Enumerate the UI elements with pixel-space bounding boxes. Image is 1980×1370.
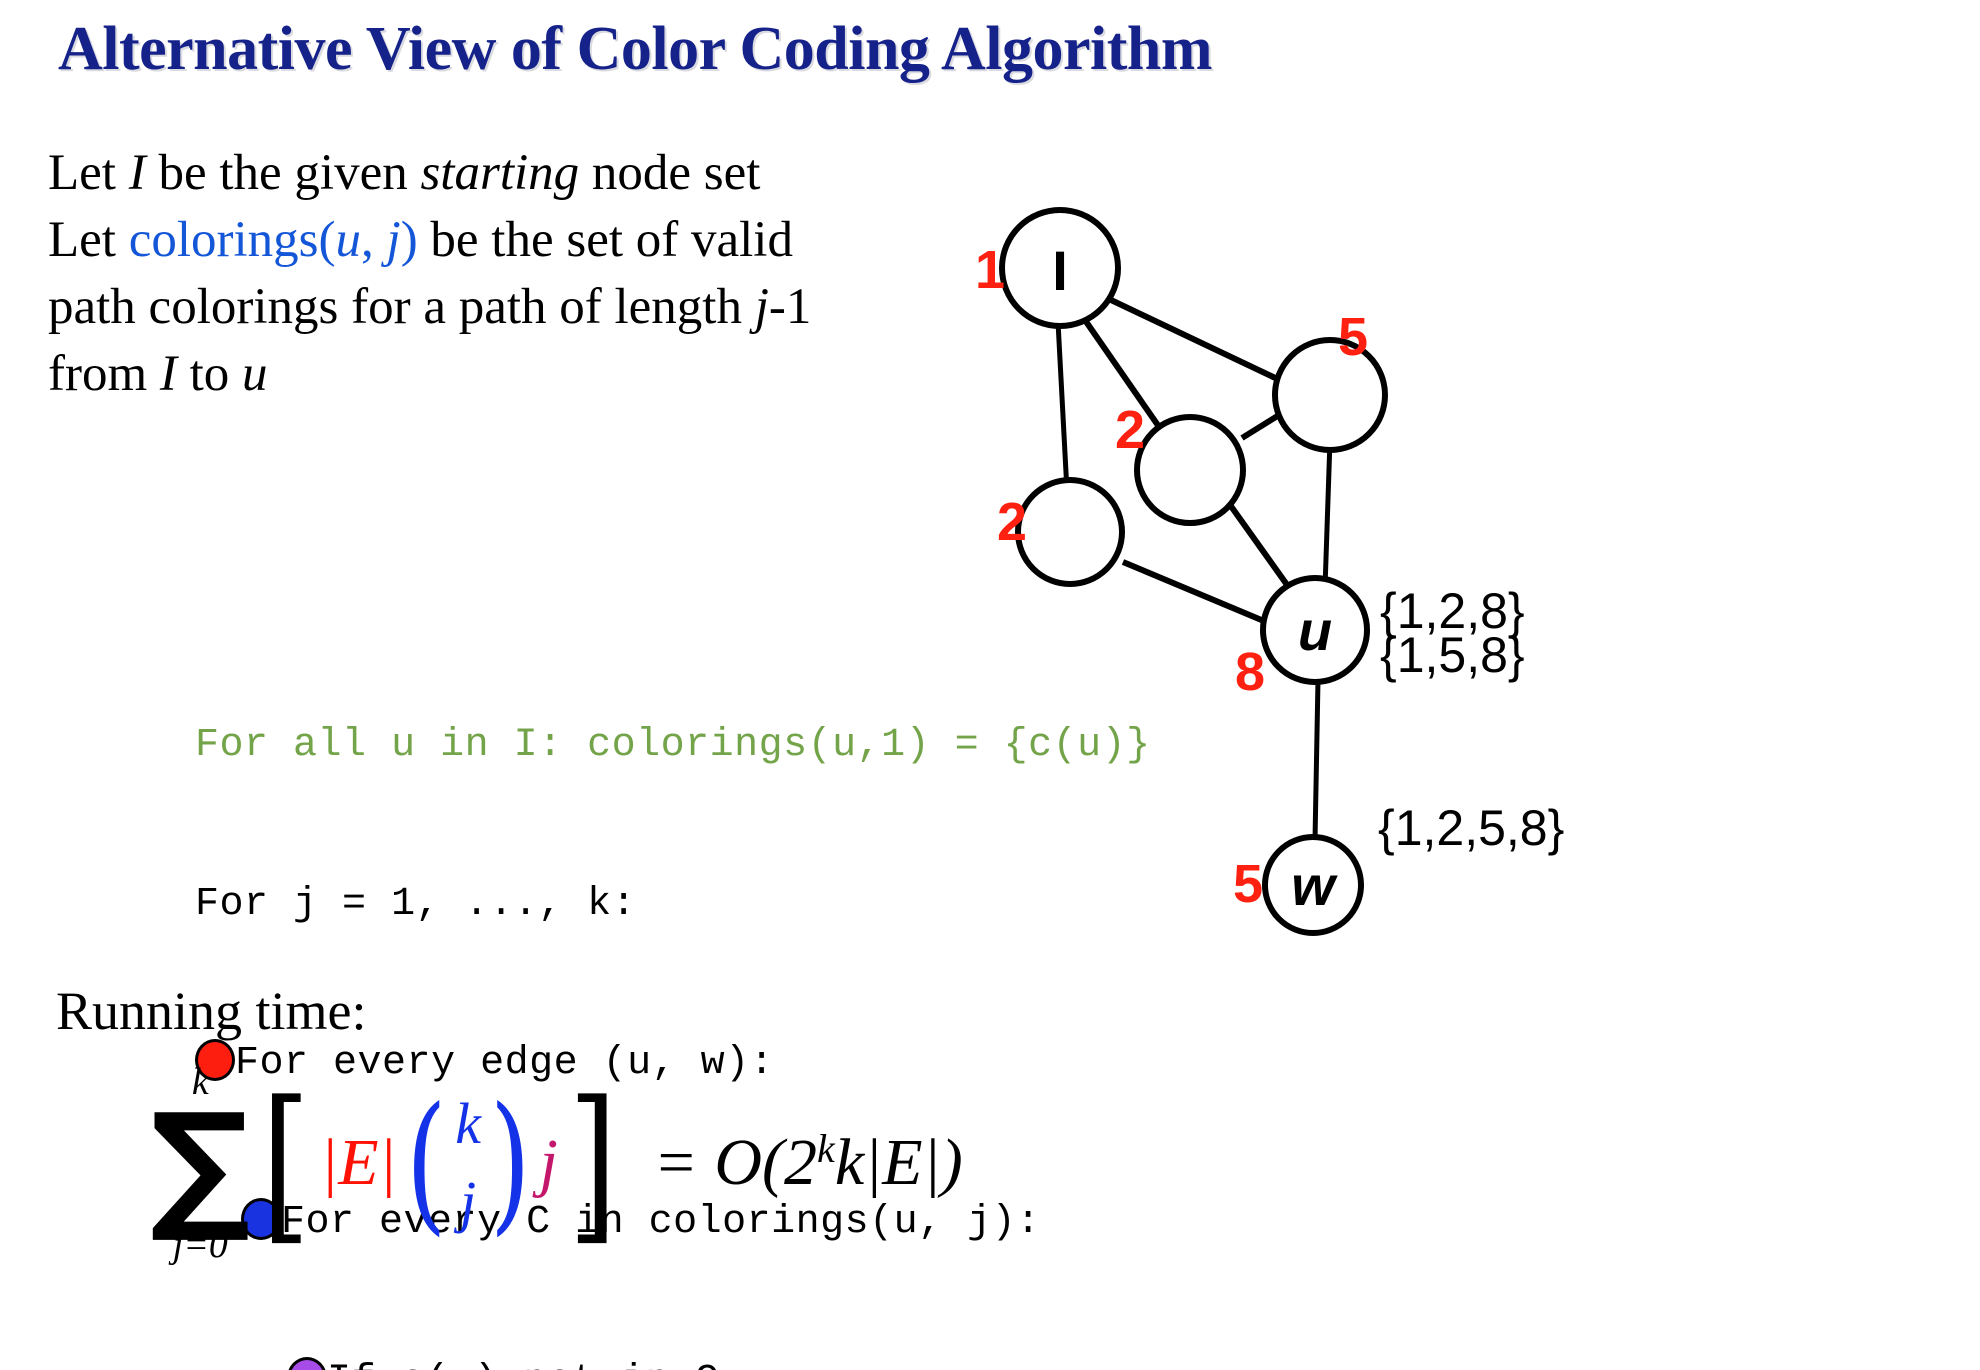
prose-l2-comma: , bbox=[361, 212, 387, 268]
prose-l2-a: Let bbox=[48, 212, 129, 268]
node-I-label: I bbox=[1052, 239, 1068, 302]
purple-bullet-icon bbox=[287, 1357, 328, 1370]
node-u-label: u bbox=[1298, 599, 1332, 662]
binom-paren-close: ) bbox=[489, 1075, 531, 1250]
node-n2b-color-number: 2 bbox=[997, 492, 1027, 552]
result-exponent: k bbox=[817, 1126, 835, 1171]
prose-l2-var-j: j bbox=[386, 212, 401, 268]
edge-u-w bbox=[1312, 679, 1321, 841]
running-time-formula: k ∑ j=0 [ |E| ( k j ) j ] = O(2kk|E|) bbox=[150, 1048, 963, 1278]
definition-text-block: Let I be the given starting node set Let… bbox=[48, 140, 1048, 408]
node-n5-color-number: 5 bbox=[1338, 307, 1368, 367]
sigma-icon: ∑ bbox=[150, 1083, 251, 1247]
node-w-color-number: 5 bbox=[1233, 854, 1263, 914]
prose-line-3: path colorings for a path of length j-1 bbox=[48, 274, 1048, 341]
result-head: = O(2 bbox=[653, 1126, 818, 1199]
slide-canvas: Alternative View of Color Coding Algorit… bbox=[0, 0, 1980, 1370]
prose-l2-var-u: u bbox=[335, 212, 362, 268]
code-line-5-text: If c(w) not in C: bbox=[327, 1359, 744, 1370]
prose-l2-close-paren: ) bbox=[400, 212, 418, 268]
node-n2a-circle bbox=[1134, 414, 1246, 526]
bracket-open: [ bbox=[260, 1064, 310, 1261]
summation-operator: k ∑ j=0 bbox=[150, 1063, 251, 1264]
node-I-color-number: 1 bbox=[975, 240, 1005, 300]
binom-values: k j bbox=[455, 1085, 481, 1242]
code-line-5: If c(w) not in C: bbox=[48, 1302, 1261, 1370]
edges-term: |E| bbox=[320, 1126, 397, 1199]
prose-l4-a: from bbox=[48, 346, 160, 402]
prose-l3-a: path colorings for a path of length bbox=[48, 279, 755, 335]
prose-l1-starting: starting bbox=[420, 145, 580, 201]
node-u-color-number: 8 bbox=[1235, 642, 1265, 702]
node-n5: 5 bbox=[1272, 307, 1388, 453]
prose-line-1: Let I be the given starting node set bbox=[48, 140, 1048, 207]
prose-line-4: from I to u bbox=[48, 341, 1048, 408]
prose-l3-var-j: j bbox=[754, 279, 769, 335]
prose-l2-fn-name: colorings( bbox=[128, 212, 336, 268]
node-u-set-label-2: {1,5,8} bbox=[1380, 627, 1525, 683]
edge-n5-u bbox=[1322, 439, 1333, 589]
node-w: w 5 {1,2,5,8} bbox=[1233, 800, 1564, 936]
binom-bottom: j bbox=[460, 1169, 477, 1234]
prose-l4-b: to bbox=[176, 346, 243, 402]
prose-l1-c: node set bbox=[579, 145, 761, 201]
formula-result: = O(2kk|E|) bbox=[653, 1125, 962, 1201]
node-n2b-circle bbox=[1015, 477, 1125, 587]
node-n2a: 2 bbox=[1115, 400, 1246, 526]
binomial-coefficient: ( k j ) bbox=[397, 1085, 540, 1242]
prose-l1-a: Let bbox=[48, 145, 129, 201]
bracket-close: ] bbox=[568, 1064, 618, 1261]
node-n2a-color-number: 2 bbox=[1115, 400, 1145, 460]
prose-l3-b: -1 bbox=[768, 279, 812, 335]
node-w-label: w bbox=[1291, 854, 1338, 917]
node-I: I 1 bbox=[975, 207, 1121, 329]
prose-l1-b: be the given bbox=[145, 145, 421, 201]
node-n2b: 2 bbox=[997, 477, 1125, 587]
node-w-set-label: {1,2,5,8} bbox=[1378, 800, 1564, 856]
page-title: Alternative View of Color Coding Algorit… bbox=[58, 15, 1213, 83]
prose-line-2: Let colorings(u, j) be the set of valid bbox=[48, 207, 1048, 274]
code-line-2-text: For j = 1, ..., k: bbox=[195, 882, 637, 927]
prose-l2-b: be the set of valid bbox=[417, 212, 793, 268]
prose-l1-var-I: I bbox=[128, 145, 146, 201]
graph-diagram: I 1 5 2 2 u 8 {1,2,8} {1,5,8} w 5 {1,2,5… bbox=[960, 180, 1980, 970]
node-n5-circle bbox=[1272, 337, 1388, 453]
running-time-label: Running time: bbox=[56, 981, 367, 1041]
result-tail: k|E|) bbox=[834, 1126, 963, 1199]
prose-l4-var-I: I bbox=[159, 346, 177, 402]
j-term: j bbox=[539, 1126, 558, 1199]
sum-lower-limit: j=0 bbox=[172, 1223, 228, 1266]
binom-paren-open: ( bbox=[405, 1075, 447, 1250]
node-u: u 8 {1,2,8} {1,5,8} bbox=[1235, 575, 1525, 702]
prose-l4-var-u: u bbox=[242, 346, 268, 402]
binom-top: k bbox=[455, 1090, 481, 1156]
